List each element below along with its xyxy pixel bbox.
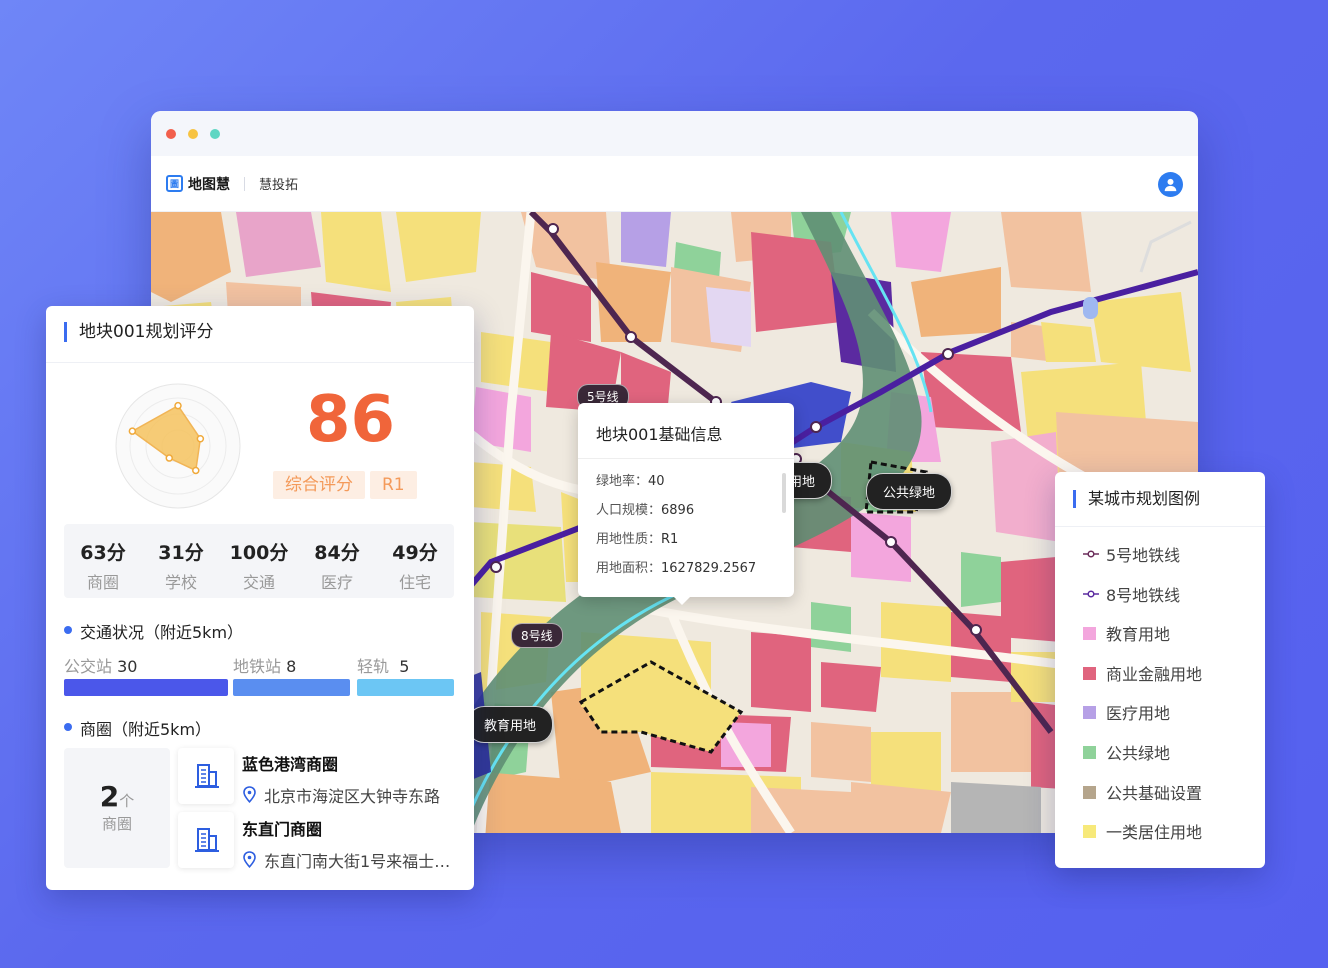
green-land-bubble[interactable]: 公共绿地 <box>866 473 953 510</box>
score-card-title: 地块001规划评分 <box>64 322 213 342</box>
score-breakdown: 63分 商圈 31分 学校 100分 交通 84分 医疗 49分 住宅 <box>64 524 454 598</box>
legend-item-line8[interactable]: 8号地铁线 <box>1083 582 1180 606</box>
app-logo-icon: 圖 <box>166 175 183 192</box>
info-row-green-ratio: 绿地率：40 <box>596 474 665 489</box>
legend-swatch <box>1083 785 1096 799</box>
mall-section-title: 商圈（附近5km） <box>64 716 211 740</box>
light-rail-bar <box>357 679 454 696</box>
radar-point-3 <box>165 454 174 462</box>
education-land-bubble[interactable]: 教育用地 <box>467 706 554 743</box>
radar-point-4 <box>128 427 137 435</box>
info-popup-scrollbar[interactable] <box>782 473 786 513</box>
score-item-traffic: 100分 交通 <box>229 542 289 592</box>
building-icon <box>178 812 234 868</box>
user-avatar-icon[interactable] <box>1158 172 1183 197</box>
app-brand[interactable]: 地图慧 <box>188 174 230 194</box>
legend-swatch <box>1083 626 1096 640</box>
legend-swatch <box>1083 705 1096 719</box>
info-popup-title: 地块001基础信息 <box>578 403 794 459</box>
land-type-badge: R1 <box>370 471 417 499</box>
close-window-button[interactable] <box>166 129 176 139</box>
legend-title: 某城市规划图例 <box>1073 490 1200 508</box>
metro-line-icon <box>1083 590 1099 598</box>
score-radar-chart <box>115 383 241 509</box>
location-pin-icon <box>243 786 256 803</box>
bus-stop-label: 公交站 30 <box>64 657 138 676</box>
legend-item-residential[interactable]: 一类居住用地 <box>1083 819 1202 843</box>
radar-point-1 <box>196 434 205 443</box>
window-titlebar <box>151 111 1198 156</box>
mall-count: 2 <box>99 780 120 813</box>
legend-swatch <box>1083 824 1096 838</box>
mall-name-1[interactable]: 蓝色港湾商圈 <box>242 751 338 775</box>
map-legend: 某城市规划图例 5号地铁线 8号地铁线 教育用地 商业金融用地 医疗用地 公共绿… <box>1055 472 1265 868</box>
legend-swatch <box>1083 745 1096 759</box>
legend-item-education[interactable]: 教育用地 <box>1083 621 1170 645</box>
legend-item-line5[interactable]: 5号地铁线 <box>1083 542 1180 566</box>
product-name[interactable]: 慧投拓 <box>259 174 298 193</box>
score-item-school: 31分 学校 <box>158 542 204 592</box>
minimize-window-button[interactable] <box>188 129 198 139</box>
info-popup-body: 绿地率：40 人口规模：6896 用地性质：R1 用地面积：1627829.25… <box>578 459 794 583</box>
mall-count-unit: 个 <box>119 792 135 810</box>
score-item-residential: 49分 住宅 <box>392 542 438 592</box>
legend-divider <box>1055 526 1265 527</box>
traffic-section-title: 交通状况（附近5km） <box>64 619 243 643</box>
info-row-population: 人口规模：6896 <box>596 503 695 518</box>
mall-count-box: 2个 商圈 <box>64 748 170 868</box>
metro-line-icon <box>1083 550 1099 558</box>
mall-address-1: 北京市海淀区大钟寺东路 <box>242 783 454 807</box>
legend-item-infrastructure[interactable]: 公共基础设置 <box>1083 780 1202 804</box>
mall-count-label: 商圈 <box>101 815 132 833</box>
location-pin-icon <box>243 851 256 868</box>
legend-item-medical[interactable]: 医疗用地 <box>1083 700 1170 724</box>
overall-score-badge: 综合评分 <box>273 471 365 499</box>
score-item-business: 63分 商圈 <box>80 542 126 592</box>
mall-address-2: 东直门南大街1号来福士中心 <box>242 848 454 872</box>
legend-item-commercial[interactable]: 商业金融用地 <box>1083 661 1202 685</box>
subway-station-label: 地铁站 8 <box>233 657 297 676</box>
mall-name-2[interactable]: 东直门商圈 <box>242 816 322 840</box>
overall-score: 86 <box>306 383 396 457</box>
app-header: 圖 地图慧 慧投拓 <box>151 156 1198 212</box>
radar-point-2 <box>192 466 200 475</box>
light-rail-label: 轻轨 5 <box>357 657 410 676</box>
score-item-medical: 84分 医疗 <box>314 542 360 592</box>
maximize-window-button[interactable] <box>210 129 220 139</box>
bus-stop-bar <box>64 679 228 696</box>
subway-station-bar <box>233 679 350 696</box>
building-icon <box>178 748 234 804</box>
legend-item-green[interactable]: 公共绿地 <box>1083 740 1170 764</box>
info-row-land-use: 用地性质：R1 <box>596 532 679 547</box>
line-8-label: 8号线 <box>511 623 563 648</box>
score-card-divider <box>46 362 474 363</box>
parcel-info-popup[interactable]: 地块001基础信息 绿地率：40 人口规模：6896 用地性质：R1 用地面积：… <box>578 403 794 605</box>
radar-point-0 <box>174 401 182 410</box>
lake <box>1083 297 1098 319</box>
info-row-area: 用地面积：1627829.2567 <box>596 561 757 576</box>
header-divider <box>244 176 245 191</box>
legend-swatch <box>1083 666 1096 680</box>
